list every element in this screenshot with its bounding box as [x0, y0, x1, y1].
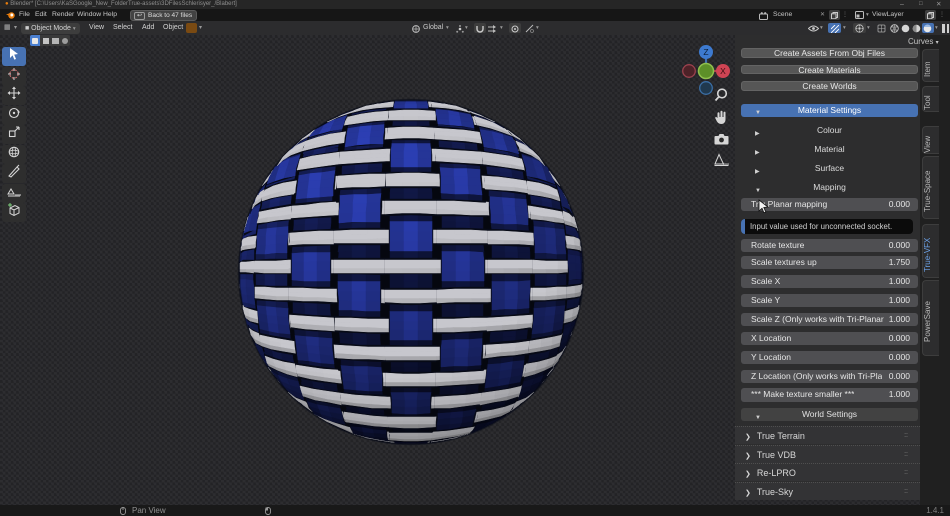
svg-text:X: X: [720, 66, 726, 76]
svg-text:Z: Z: [703, 47, 708, 57]
